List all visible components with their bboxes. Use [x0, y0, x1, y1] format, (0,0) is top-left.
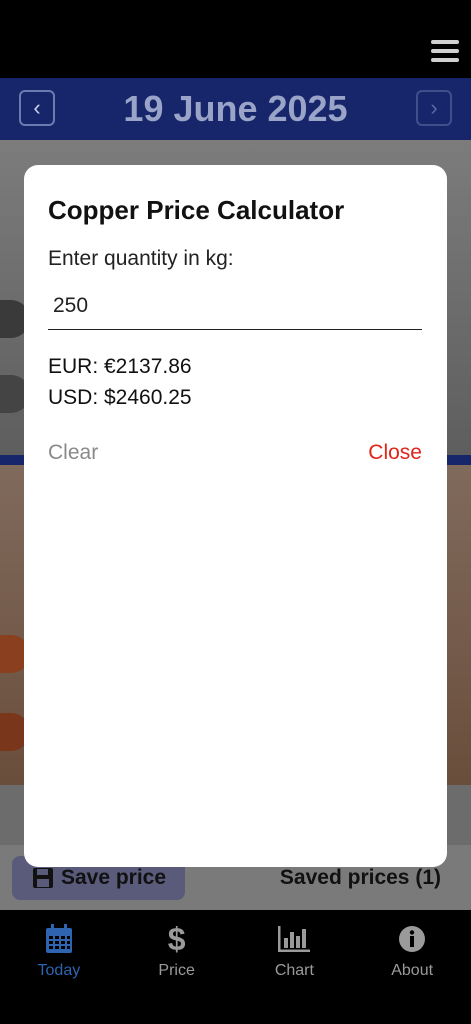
eur-result: EUR: €2137.86: [48, 355, 192, 378]
next-day-button[interactable]: ›: [416, 90, 452, 126]
nav-price[interactable]: $ Price: [118, 910, 236, 1024]
save-price-label: Save price: [60, 866, 167, 889]
clear-button[interactable]: Clear: [48, 441, 98, 465]
bottom-nav: Today $ Price Chart About: [0, 910, 471, 1024]
calculator-dialog: Copper Price Calculator Enter quantity i…: [24, 165, 447, 867]
nav-price-label: Price: [158, 962, 195, 979]
info-icon: [398, 922, 426, 956]
chevron-right-icon: ›: [430, 95, 438, 120]
date-bar: ‹ 19 June 2025 ›: [0, 78, 471, 140]
top-bar: [0, 0, 471, 78]
menu-icon[interactable]: [431, 40, 459, 62]
nav-chart-label: Chart: [274, 962, 314, 979]
dollar-icon: $: [167, 920, 186, 957]
nav-about-label: About: [391, 962, 434, 979]
nav-about[interactable]: About: [353, 910, 471, 1024]
quantity-input[interactable]: [48, 282, 422, 330]
nav-today[interactable]: Today: [0, 910, 118, 1024]
bar-chart-icon: [277, 922, 311, 956]
current-date: 19 June 2025: [123, 88, 348, 129]
saved-prices-button[interactable]: Saved prices (1): [280, 866, 441, 890]
usd-result: USD: $2460.25: [48, 386, 192, 409]
quantity-label: Enter quantity in kg:: [48, 247, 234, 270]
nav-today-label: Today: [37, 962, 81, 979]
dialog-title: Copper Price Calculator: [48, 195, 345, 225]
nav-chart[interactable]: Chart: [236, 910, 354, 1024]
calendar-icon: [44, 922, 74, 956]
close-button[interactable]: Close: [368, 441, 422, 465]
floppy-disk-icon: [32, 868, 53, 888]
